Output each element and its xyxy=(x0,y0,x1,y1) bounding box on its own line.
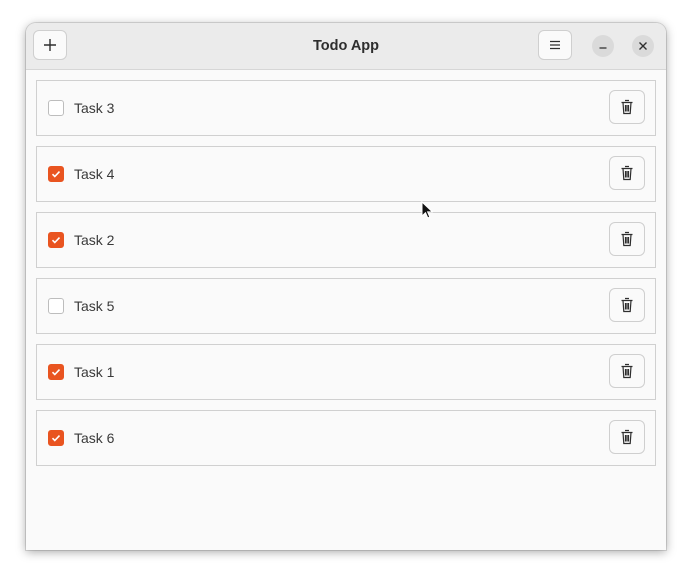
delete-task-button[interactable] xyxy=(609,354,645,388)
trash-icon xyxy=(621,165,633,181)
delete-task-button[interactable] xyxy=(609,288,645,322)
trash-icon xyxy=(621,429,633,445)
app-window: Todo App Task 3 Task 4 Task 2 Task 5 Tas… xyxy=(26,23,666,550)
task-checkbox[interactable] xyxy=(48,166,64,182)
trash-icon xyxy=(621,231,633,247)
task-checkbox[interactable] xyxy=(48,232,64,248)
delete-task-button[interactable] xyxy=(609,156,645,190)
delete-task-button[interactable] xyxy=(609,90,645,124)
task-list: Task 3 Task 4 Task 2 Task 5 Task 1 Task … xyxy=(36,80,656,476)
checkmark-icon xyxy=(51,369,61,376)
task-label: Task 5 xyxy=(74,298,115,314)
main-menu-button[interactable] xyxy=(538,30,572,60)
delete-task-button[interactable] xyxy=(609,420,645,454)
trash-icon xyxy=(621,99,633,115)
trash-icon xyxy=(621,297,633,313)
task-row: Task 3 xyxy=(36,80,656,136)
checkmark-icon xyxy=(51,171,61,178)
task-label: Task 2 xyxy=(74,232,115,248)
task-label: Task 3 xyxy=(74,100,115,116)
header-bar: Todo App xyxy=(26,23,666,70)
task-row: Task 5 xyxy=(36,278,656,334)
mouse-pointer-icon xyxy=(421,201,433,219)
task-label: Task 6 xyxy=(74,430,115,446)
task-checkbox[interactable] xyxy=(48,364,64,380)
close-button[interactable] xyxy=(632,35,654,57)
task-row: Task 1 xyxy=(36,344,656,400)
task-row: Task 2 xyxy=(36,212,656,268)
task-checkbox[interactable] xyxy=(48,430,64,446)
task-checkbox[interactable] xyxy=(48,298,64,314)
minimize-button[interactable] xyxy=(592,35,614,57)
task-row: Task 4 xyxy=(36,146,656,202)
checkmark-icon xyxy=(51,237,61,244)
task-label: Task 1 xyxy=(74,364,115,380)
task-checkbox[interactable] xyxy=(48,100,64,116)
minimize-icon xyxy=(599,47,607,49)
trash-icon xyxy=(621,363,633,379)
task-row: Task 6 xyxy=(36,410,656,466)
checkmark-icon xyxy=(51,435,61,442)
hamburger-menu-icon xyxy=(550,40,560,50)
delete-task-button[interactable] xyxy=(609,222,645,256)
task-label: Task 4 xyxy=(74,166,115,182)
close-icon xyxy=(639,42,647,50)
